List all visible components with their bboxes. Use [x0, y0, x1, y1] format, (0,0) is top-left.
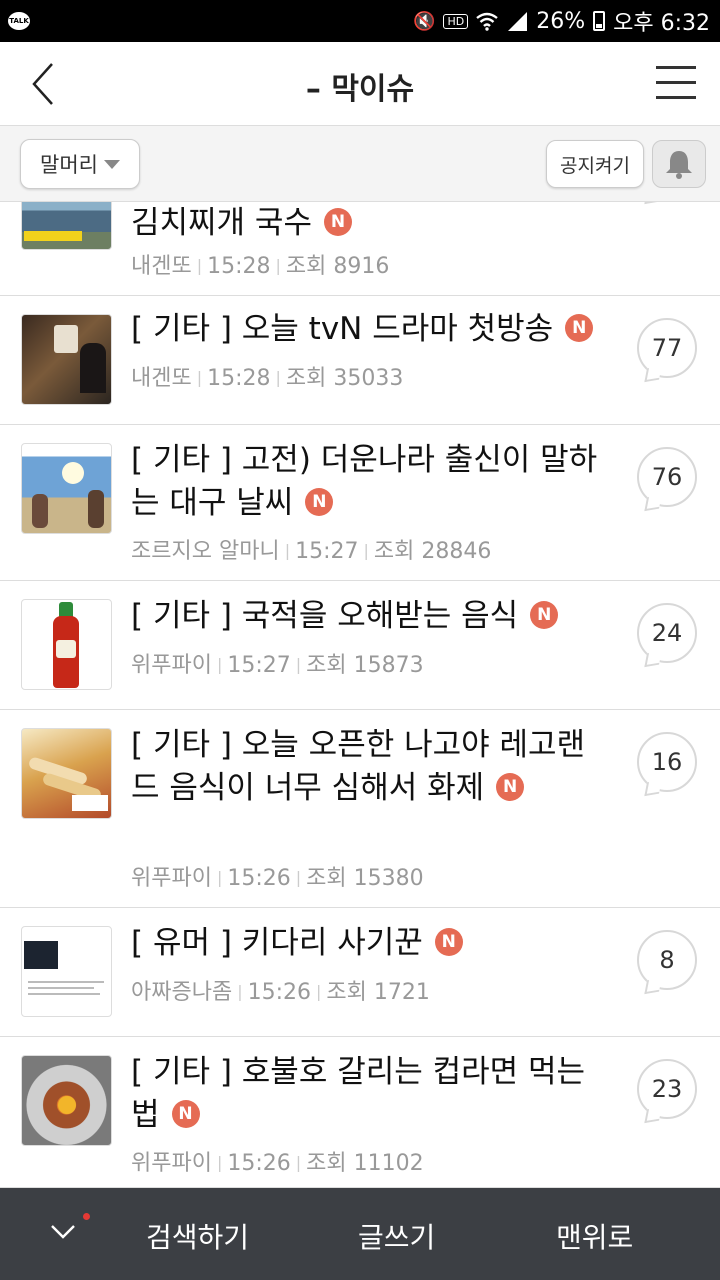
post-thumbnail — [21, 314, 112, 405]
comment-count-bubble: 23 — [637, 1059, 697, 1119]
notice-toggle-button[interactable]: 공지켜기 — [546, 140, 644, 188]
post-title[interactable]: 김치찌개 국수 N — [131, 202, 611, 245]
dropdown-arrow-icon — [103, 159, 120, 169]
post-author: 위푸파이 — [131, 653, 212, 678]
post-thumbnail — [21, 599, 112, 690]
new-badge: N — [305, 487, 334, 516]
post-author: 위푸파이 — [131, 866, 212, 891]
hd-icon: HD — [443, 13, 469, 29]
post-views: 조회 15873 — [306, 653, 424, 678]
post-time: 15:27 — [295, 539, 359, 564]
comment-count-bubble: 16 — [637, 732, 697, 792]
chevron-down-icon[interactable] — [48, 1216, 78, 1246]
app-header: – 막이슈 — [0, 42, 720, 126]
post-title[interactable]: [ 기타 ] 오늘 오픈한 나고야 레고랜드 음식이 너무 심해서 화제 N — [131, 724, 611, 810]
signal-icon — [508, 12, 528, 31]
post-meta: 위푸파이 | 15:26 | 조회 11102 — [131, 1151, 424, 1176]
post-views: 조회 35033 — [285, 366, 404, 391]
post-views: 조회 11102 — [306, 1151, 424, 1176]
category-dropdown[interactable]: 말머리 — [20, 139, 140, 189]
status-bar: TALK 🔇 HD 26% 오후 6:32 — [0, 0, 720, 42]
new-badge: N — [323, 207, 352, 236]
post-thumbnail — [21, 728, 112, 819]
post-time: 15:26 — [227, 866, 291, 891]
post-time: 15:27 — [227, 653, 291, 678]
kakaotalk-icon: TALK — [8, 12, 30, 30]
post-meta: 아짜증나좀 | 15:26 | 조회 1721 — [131, 980, 430, 1005]
list-item[interactable]: [ 기타 ] 오늘 오픈한 나고야 레고랜드 음식이 너무 심해서 화제 N 위푸… — [0, 710, 720, 908]
notification-button[interactable] — [652, 140, 706, 188]
post-title[interactable]: [ 기타 ] 호불호 갈리는 컵라면 먹는 법N — [131, 1051, 611, 1137]
hamburger-menu-icon[interactable] — [656, 66, 696, 102]
new-badge: N — [496, 772, 525, 801]
post-thumbnail — [21, 1055, 112, 1146]
list-item[interactable]: [ 기타 ] 국적을 오해받는 음식 N 위푸파이 | 15:27 | 조회 15873 … — [0, 581, 720, 710]
category-dropdown-label: 말머리 — [40, 153, 98, 177]
search-button[interactable]: 검색하기 — [146, 1216, 249, 1256]
post-title[interactable]: [ 기타 ] 오늘 tvN 드라마 첫방송 N — [131, 308, 611, 351]
bottom-action-bar: 검색하기 글쓰기 맨위로 — [0, 1188, 720, 1280]
post-author: 조르지오 알마니 — [131, 539, 280, 564]
battery-percent: 26% — [536, 8, 586, 34]
clock: 오후 6:32 — [613, 11, 710, 36]
post-time: 15:28 — [207, 366, 271, 391]
list-item[interactable]: [ 기타 ] 고전) 더운나라 출신이 말하는 대구 날씨 N 조르지오 알마니 |… — [0, 425, 720, 581]
comment-count-bubble: 76 — [637, 447, 697, 507]
list-item[interactable]: [ 유머 ] 키다리 사기꾼 N 아짜증나좀 | 15:26 | 조회 1721 8 — [0, 908, 720, 1037]
post-thumbnail — [21, 443, 112, 534]
comment-count-bubble: 8 — [637, 930, 697, 990]
post-title[interactable]: [ 기타 ] 고전) 더운나라 출신이 말하는 대구 날씨 N — [131, 439, 611, 525]
post-meta: 내겐또 | 15:28 | 조회 35033 — [131, 366, 404, 391]
mute-icon: 🔇 — [413, 10, 436, 32]
post-thumbnail — [21, 202, 112, 250]
list-item[interactable]: [ 기타 ] 오늘 tvN 드라마 첫방송 N 내겐또 | 15:28 | 조회 3503… — [0, 296, 720, 425]
post-meta: 위푸파이 | 15:27 | 조회 15873 — [131, 653, 424, 678]
post-thumbnail — [21, 926, 112, 1017]
post-views: 조회 1721 — [326, 980, 430, 1005]
comment-count-bubble: 77 — [637, 318, 697, 378]
post-meta: 내겐또 | 15:28 | 조회 8916 — [131, 254, 390, 279]
post-author: 아짜증나좀 — [131, 980, 233, 1005]
post-author: 위푸파이 — [131, 1151, 212, 1176]
post-author: 내겐또 — [131, 254, 192, 279]
bell-icon — [666, 151, 692, 179]
filter-toolbar: 말머리 공지켜기 — [0, 126, 720, 202]
post-time: 15:26 — [227, 1151, 291, 1176]
new-badge: N — [434, 927, 463, 956]
new-badge: N — [171, 1099, 200, 1128]
post-title[interactable]: [ 유머 ] 키다리 사기꾼 N — [131, 922, 611, 965]
notification-dot — [83, 1213, 90, 1220]
new-badge: N — [530, 600, 559, 629]
post-time: 15:26 — [247, 980, 311, 1005]
post-meta: 위푸파이 | 15:26 | 조회 15380 — [131, 866, 424, 891]
list-item[interactable]: [ 기타 ] 호불호 갈리는 컵라면 먹는 법N 위푸파이 | 15:26 | 조회 1… — [0, 1037, 720, 1188]
post-title[interactable]: [ 기타 ] 국적을 오해받는 음식 N — [131, 595, 611, 638]
post-time: 15:28 — [207, 254, 271, 279]
scroll-top-button[interactable]: 맨위로 — [556, 1216, 633, 1256]
page-title: – 막이슈 — [305, 72, 415, 107]
status-indicators: 🔇 HD 26% 오후 6:32 — [413, 5, 710, 37]
comment-count-bubble: 24 — [637, 603, 697, 663]
battery-icon — [593, 11, 606, 31]
wifi-icon — [476, 12, 498, 31]
post-meta: 조르지오 알마니 | 15:27 | 조회 28846 — [131, 539, 492, 564]
new-badge: N — [565, 313, 594, 342]
write-button[interactable]: 글쓰기 — [358, 1216, 435, 1256]
list-item[interactable]: 김치찌개 국수 N 내겐또 | 15:28 | 조회 8916 — [0, 202, 720, 296]
post-list: 김치찌개 국수 N 내겐또 | 15:28 | 조회 8916 [ 기타 ] 오늘 tvN… — [0, 202, 720, 1188]
post-views: 조회 8916 — [285, 254, 390, 279]
post-views: 조회 15380 — [306, 866, 424, 891]
post-views: 조회 28846 — [373, 539, 492, 564]
post-author: 내겐또 — [131, 366, 192, 391]
